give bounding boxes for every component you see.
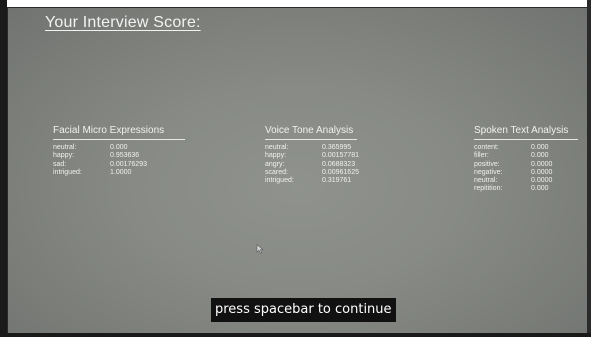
text-row: filler: 0.000 (474, 152, 578, 160)
screen-bezel-left (0, 0, 7, 337)
facial-row-value: 0.000 (110, 144, 128, 151)
voice-row-value: 0.365995 (322, 144, 352, 151)
voice-row: scared: 0.00961625 (265, 168, 359, 177)
spoken-text-title: Spoken Text Analysis (474, 125, 578, 140)
mouse-pointer-icon (256, 244, 264, 254)
voice-row: happy: 0.00157781 (265, 152, 359, 160)
voice-row-label: happy: (265, 152, 287, 160)
page-title: Your Interview Score: (45, 14, 201, 31)
screen-bezel-bottom (0, 333, 591, 337)
voice-row-value: 0.00961625 (322, 168, 359, 176)
facial-expressions-title: Facial Micro Expressions (53, 125, 185, 140)
facial-row: intrigued: 1.0000 (53, 169, 185, 177)
display-frame: Your Interview Score: Facial Micro Expre… (0, 0, 591, 337)
facial-row-value: 1.0000 (110, 168, 132, 176)
text-row: content: 0.000 (474, 144, 578, 152)
voice-row-value: 0.00157781 (322, 152, 359, 160)
facial-row: happy: 0.953636 (53, 152, 185, 160)
voice-row-label: scared: (265, 168, 288, 176)
facial-expressions-panel: Facial Micro Expressions neutral: 0.000 h… (53, 125, 185, 177)
text-row-value: 0.0000 (531, 177, 553, 185)
facial-row-label: sad: (53, 160, 67, 168)
continue-prompt[interactable]: press spacebar to continue (211, 298, 396, 322)
text-row: neutral: 0.0000 (474, 177, 578, 185)
text-row-value: 0.000 (531, 185, 549, 193)
spoken-text-panel: Spoken Text Analysis content: 0.000 fille… (474, 125, 578, 194)
text-row-label: neutral: (474, 177, 498, 185)
voice-tone-panel: Voice Tone Analysis neutral: 0.365995 hap… (265, 125, 359, 185)
text-row-value: 0.000 (531, 152, 549, 160)
facial-row: neutral: 0.000 (53, 144, 185, 152)
facial-row-value: 0.953636 (110, 152, 140, 160)
screen-bezel-right (587, 0, 591, 337)
text-row-value: 0.0000 (531, 160, 553, 168)
facial-row-value: 0.00176293 (110, 160, 147, 168)
voice-row-label: neutral: (265, 144, 289, 151)
voice-row: neutral: 0.365995 (265, 144, 357, 152)
text-row-label: filler: (474, 152, 489, 160)
game-screen: Your Interview Score: Facial Micro Expre… (7, 7, 589, 335)
text-row-label: positive: (474, 160, 500, 168)
facial-row-label: intrigued: (53, 168, 82, 176)
text-row-value: 0.0000 (531, 168, 553, 176)
facial-row-label: happy: (53, 152, 75, 160)
text-row: repitition: 0.000 (474, 185, 578, 193)
text-row: negative: 0.0000 (474, 169, 578, 177)
voice-row-label: angry: (265, 160, 285, 168)
facial-row-label: neutral: (53, 144, 77, 151)
voice-row-value: 0.319761 (322, 177, 352, 185)
text-row-label: negative: (474, 168, 503, 176)
voice-row-label: intrigued: (265, 177, 294, 185)
facial-expressions-rows: neutral: 0.000 happy: 0.953636 sad: 0.00176… (53, 144, 185, 177)
voice-row: intrigued: 0.319761 (265, 177, 357, 185)
facial-row: sad: 0.00176293 (53, 161, 185, 169)
voice-tone-title: Voice Tone Analysis (265, 125, 357, 140)
voice-row: angry: 0.0688323 (265, 161, 357, 169)
text-row: positive: 0.0000 (474, 161, 578, 169)
voice-row-value: 0.0688323 (322, 160, 356, 168)
text-row-label: repitition: (474, 185, 503, 193)
spoken-text-rows: content: 0.000 filler: 0.000 positive: 0.00… (474, 144, 578, 194)
text-row-value: 0.000 (531, 144, 549, 151)
voice-tone-rows: neutral: 0.365995 happy: 0.00157781 angry:… (265, 144, 359, 185)
text-row-label: content: (474, 144, 499, 151)
